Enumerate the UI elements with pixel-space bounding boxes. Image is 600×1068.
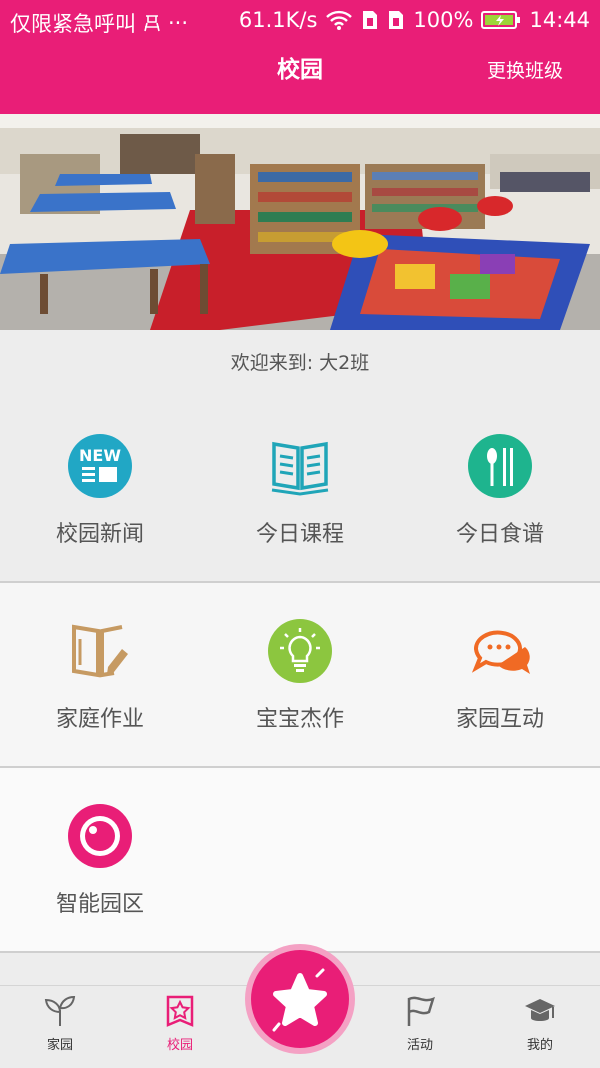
baby-masterpiece-label: 宝宝杰作 (255, 707, 344, 732)
battery-charging-icon (481, 10, 521, 30)
baby-masterpiece-button[interactable]: 宝宝杰作 (200, 583, 400, 766)
sprout-icon (44, 995, 76, 1026)
tab-home-label: 家园 (46, 1038, 73, 1053)
tab-campus[interactable]: 校园 (120, 986, 240, 1068)
tab-home[interactable]: 家园 (0, 986, 120, 1068)
svg-text:NEW: NEW (79, 446, 121, 465)
graduation-cap-icon (525, 999, 555, 1021)
homework-icon (72, 624, 128, 678)
banner-image (0, 114, 600, 330)
sim-icon (142, 13, 162, 33)
school-star-icon (166, 995, 194, 1027)
home-school-interaction-label: 家园互动 (455, 707, 544, 732)
smart-campus-button[interactable]: 智能园区 (0, 768, 200, 951)
campus-news-label: 校园新闻 (55, 522, 144, 547)
today-recipe-label: 今日食谱 (455, 522, 544, 547)
tab-activity-label: 活动 (406, 1038, 433, 1053)
sim2-icon (387, 9, 405, 31)
feature-grid: NEW 校园新闻 今日课程 今日食谱 家庭作业 宝宝杰作 家园互动 智能园区 (0, 398, 600, 953)
center-star-button-inner (251, 950, 349, 1048)
lightbulb-icon (268, 619, 332, 683)
banner-carousel[interactable] (0, 114, 600, 330)
tab-mine[interactable]: 我的 (480, 986, 600, 1068)
flag-icon (407, 996, 435, 1026)
network-speed: 61.1K/s (238, 8, 318, 32)
clock: 14:44 (529, 8, 590, 32)
camera-icon (68, 804, 132, 868)
grid-row: 智能园区 (0, 768, 600, 953)
app-header: 校园 更换班级 (0, 42, 600, 114)
book-icon (271, 441, 329, 496)
tab-mine-label: 我的 (526, 1038, 553, 1053)
today-course-label: 今日课程 (255, 522, 344, 547)
tab-activity[interactable]: 活动 (360, 986, 480, 1068)
notification-text: 仅限紧急呼叫 (10, 12, 136, 36)
homework-button[interactable]: 家庭作业 (0, 583, 200, 766)
new-news-icon: NEW (68, 434, 132, 498)
switch-class-button[interactable]: 更换班级 (487, 56, 563, 83)
chat-icon (471, 630, 530, 674)
smart-campus-label: 智能园区 (55, 892, 144, 917)
grid-row: 家庭作业 宝宝杰作 家园互动 (0, 583, 600, 768)
recipe-icon (468, 434, 532, 498)
star-icon (272, 968, 327, 1032)
grid-row: NEW 校园新闻 今日课程 今日食谱 (0, 398, 600, 583)
tab-campus-label: 校园 (166, 1038, 193, 1053)
today-recipe-button[interactable]: 今日食谱 (400, 398, 600, 581)
wifi-icon (325, 9, 353, 31)
welcome-text: 欢迎来到: 大2班 (230, 352, 370, 374)
today-course-button[interactable]: 今日课程 (200, 398, 400, 581)
center-star-button[interactable] (245, 944, 355, 1054)
sim1-icon (361, 9, 379, 31)
campus-news-button[interactable]: NEW 校园新闻 (0, 398, 200, 581)
home-school-interaction-button[interactable]: 家园互动 (400, 583, 600, 766)
status-bar: 仅限紧急呼叫 ··· 61.1K/s 100% 14:44 (0, 0, 600, 42)
more-notifications: ··· (168, 11, 189, 35)
battery-percent: 100% (413, 8, 474, 32)
homework-label: 家庭作业 (55, 707, 144, 732)
